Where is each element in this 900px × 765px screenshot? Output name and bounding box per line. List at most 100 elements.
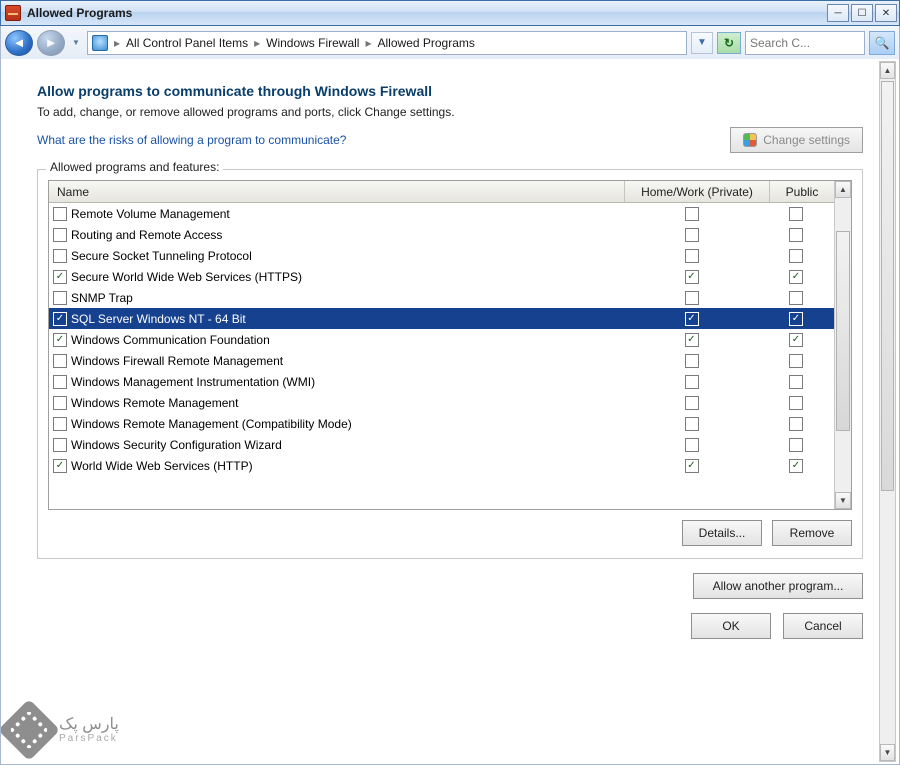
risks-link[interactable]: What are the risks of allowing a program… <box>37 133 730 147</box>
col-name[interactable]: Name <box>49 181 625 202</box>
checkbox[interactable] <box>53 333 67 347</box>
program-name: Windows Remote Management (Compatibility… <box>71 417 621 431</box>
address-dropdown[interactable]: ▼ <box>691 32 713 54</box>
checkbox[interactable] <box>685 207 699 221</box>
checkbox[interactable] <box>53 396 67 410</box>
ok-button[interactable]: OK <box>691 613 771 639</box>
checkbox[interactable] <box>789 375 803 389</box>
address-bar[interactable]: ▸ All Control Panel Items ▸ Windows Fire… <box>87 31 687 55</box>
maximize-button[interactable]: ☐ <box>851 4 873 22</box>
scroll-down-icon[interactable]: ▼ <box>835 492 851 509</box>
checkbox[interactable] <box>685 333 699 347</box>
checkbox[interactable] <box>789 333 803 347</box>
checkbox[interactable] <box>789 438 803 452</box>
table-row[interactable]: Windows Remote Management (Compatibility… <box>49 413 834 434</box>
window-scrollbar[interactable]: ▲ ▼ <box>879 61 896 762</box>
table-row[interactable]: SNMP Trap <box>49 287 834 308</box>
checkbox[interactable] <box>53 249 67 263</box>
scroll-thumb[interactable] <box>836 231 850 431</box>
table-row[interactable]: Secure World Wide Web Services (HTTPS) <box>49 266 834 287</box>
checkbox[interactable] <box>53 375 67 389</box>
table-row[interactable]: Secure Socket Tunneling Protocol <box>49 245 834 266</box>
dialog-buttons: OK Cancel <box>37 613 863 639</box>
page-heading: Allow programs to communicate through Wi… <box>37 83 863 99</box>
search-button[interactable]: 🔍 <box>869 31 895 55</box>
search-placeholder: Search C... <box>750 36 860 50</box>
checkbox[interactable] <box>53 270 67 284</box>
checkbox[interactable] <box>685 375 699 389</box>
firewall-icon <box>5 5 21 21</box>
watermark-logo: پارس پک ParsPack <box>7 708 119 752</box>
forward-button[interactable]: ► <box>37 30 65 56</box>
checkbox[interactable] <box>685 291 699 305</box>
checkbox[interactable] <box>789 396 803 410</box>
checkbox[interactable] <box>53 459 67 473</box>
table-row[interactable]: Windows Firewall Remote Management <box>49 350 834 371</box>
checkbox[interactable] <box>789 312 803 326</box>
breadcrumb-item[interactable]: Allowed Programs <box>378 36 475 50</box>
checkbox[interactable] <box>53 417 67 431</box>
scroll-up-icon[interactable]: ▲ <box>835 181 851 198</box>
col-public[interactable]: Public <box>770 181 834 202</box>
watermark-text-ar: پارس پک <box>59 716 119 734</box>
checkbox[interactable] <box>789 459 803 473</box>
checkbox[interactable] <box>789 228 803 242</box>
close-button[interactable]: ✕ <box>875 4 897 22</box>
details-button[interactable]: Details... <box>682 520 762 546</box>
table-row[interactable]: World Wide Web Services (HTTP) <box>49 455 834 476</box>
allow-another-row: Allow another program... <box>37 573 863 599</box>
col-home-work[interactable]: Home/Work (Private) <box>625 181 770 202</box>
checkbox[interactable] <box>685 417 699 431</box>
checkbox[interactable] <box>685 438 699 452</box>
checkbox[interactable] <box>789 207 803 221</box>
table-row[interactable]: Routing and Remote Access <box>49 224 834 245</box>
checkbox[interactable] <box>685 249 699 263</box>
checkbox[interactable] <box>53 228 67 242</box>
window-title: Allowed Programs <box>27 6 132 20</box>
table-row[interactable]: Windows Security Configuration Wizard <box>49 434 834 455</box>
cancel-button[interactable]: Cancel <box>783 613 863 639</box>
checkbox[interactable] <box>789 354 803 368</box>
search-input[interactable]: Search C... <box>745 31 865 55</box>
checkbox[interactable] <box>53 438 67 452</box>
table-row[interactable]: Windows Communication Foundation <box>49 329 834 350</box>
logo-mark-icon <box>0 699 60 761</box>
checkbox[interactable] <box>789 270 803 284</box>
shield-icon <box>743 133 757 147</box>
program-name: Windows Firewall Remote Management <box>71 354 621 368</box>
table-row[interactable]: SQL Server Windows NT - 64 Bit <box>49 308 834 329</box>
breadcrumb-item[interactable]: Windows Firewall <box>266 36 359 50</box>
checkbox[interactable] <box>685 459 699 473</box>
breadcrumb-item[interactable]: All Control Panel Items <box>126 36 248 50</box>
checkbox[interactable] <box>789 249 803 263</box>
refresh-button[interactable]: ↻ <box>717 32 741 54</box>
watermark-text-en: ParsPack <box>59 733 119 744</box>
scroll-down-icon[interactable]: ▼ <box>880 744 895 761</box>
group-label: Allowed programs and features: <box>46 160 223 174</box>
back-button[interactable]: ◄ <box>5 30 33 56</box>
checkbox[interactable] <box>53 207 67 221</box>
nav-history-dropdown[interactable]: ▼ <box>69 30 83 56</box>
table-row[interactable]: Windows Remote Management <box>49 392 834 413</box>
allow-another-button[interactable]: Allow another program... <box>693 573 863 599</box>
checkbox[interactable] <box>789 417 803 431</box>
page-subtext: To add, change, or remove allowed progra… <box>37 105 863 119</box>
checkbox[interactable] <box>685 396 699 410</box>
scroll-up-icon[interactable]: ▲ <box>880 62 895 79</box>
checkbox[interactable] <box>685 228 699 242</box>
scroll-thumb[interactable] <box>881 81 894 491</box>
checkbox[interactable] <box>685 354 699 368</box>
checkbox[interactable] <box>685 312 699 326</box>
checkbox[interactable] <box>789 291 803 305</box>
checkbox[interactable] <box>53 291 67 305</box>
checkbox[interactable] <box>53 312 67 326</box>
remove-button[interactable]: Remove <box>772 520 852 546</box>
change-settings-button[interactable]: Change settings <box>730 127 863 153</box>
list-scrollbar[interactable]: ▲ ▼ <box>834 181 851 509</box>
table-row[interactable]: Remote Volume Management <box>49 203 834 224</box>
checkbox[interactable] <box>53 354 67 368</box>
minimize-button[interactable]: ─ <box>827 4 849 22</box>
program-name: Remote Volume Management <box>71 207 621 221</box>
checkbox[interactable] <box>685 270 699 284</box>
table-row[interactable]: Windows Management Instrumentation (WMI) <box>49 371 834 392</box>
